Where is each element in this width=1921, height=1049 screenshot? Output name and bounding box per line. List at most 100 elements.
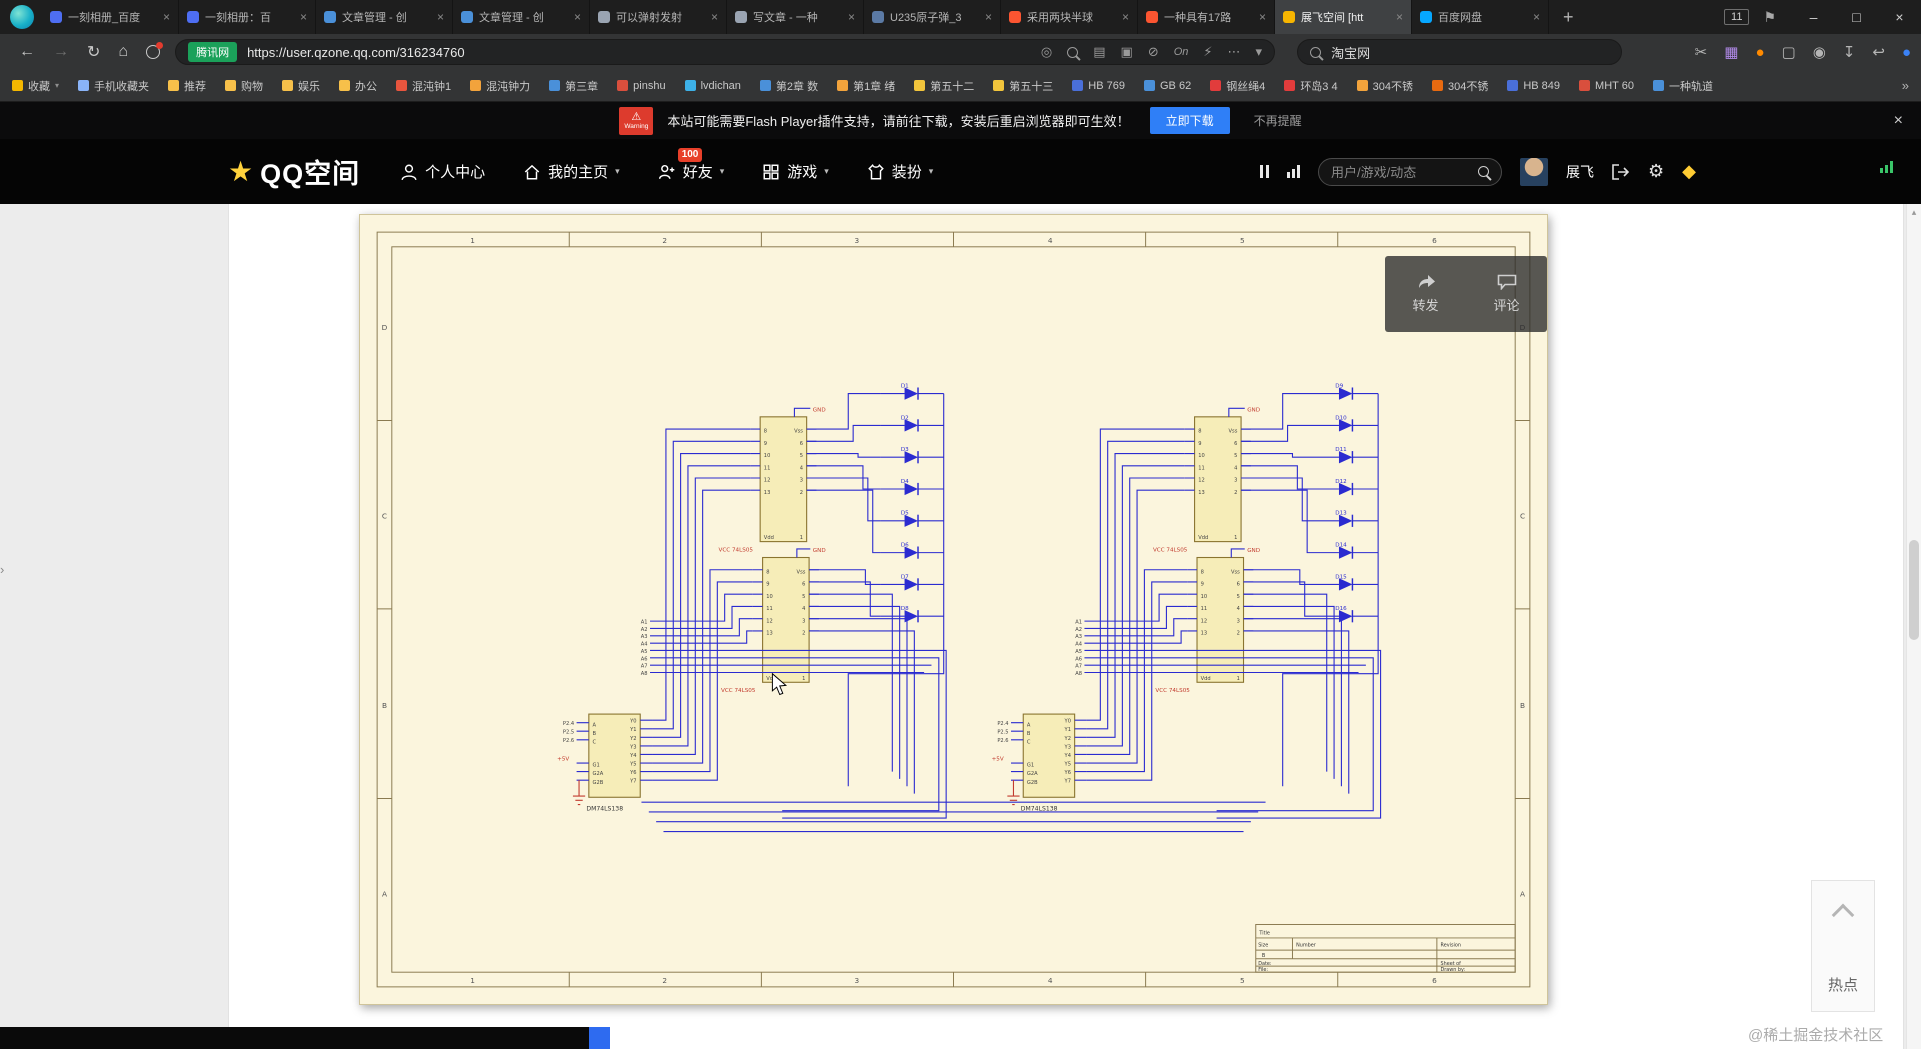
bookmark-item[interactable]: 第五十三 [993,78,1053,94]
bookmark-item[interactable]: 混沌钟1 [396,78,451,94]
bookmark-item[interactable]: pinshu [617,80,666,92]
assistant-icon[interactable]: ● [1755,44,1764,61]
tab-close-icon[interactable]: × [985,10,992,24]
qzone-nav-item[interactable]: 好友 ▾ 100 [658,148,724,182]
site-identity-badge[interactable]: 腾讯网 [188,42,238,62]
url-text[interactable]: https://user.qzone.qq.com/316234760 [247,45,465,60]
bookmark-item[interactable]: GB 62 [1144,80,1191,92]
browser-tab[interactable]: 采用两块半球 × [1001,0,1138,34]
qzone-search-input[interactable]: 用户/游戏/动态 [1318,157,1503,186]
adblock-icon[interactable]: ⊘ [1148,44,1159,60]
hot-topics-panel[interactable]: 热点 [1811,880,1875,1012]
address-field[interactable]: 腾讯网 https://user.qzone.qq.com/316234760 … [175,39,1276,65]
qzone-logo[interactable]: ★ QQ空间 [228,152,360,191]
settings-gear-icon[interactable]: ⚙ [1648,161,1664,182]
tab-close-icon[interactable]: × [437,10,444,24]
logout-icon[interactable] [1612,163,1630,180]
qzone-nav-item[interactable]: 个人中心 [400,161,485,182]
browser-tab[interactable]: U235原子弹_3 × [864,0,1001,34]
browser-tab[interactable]: 展飞空间 [htt × [1275,0,1412,34]
bookmark-item[interactable]: 娱乐 [282,78,320,94]
bookmark-item[interactable]: 第2章 数 [759,78,818,94]
home-icon[interactable]: ⌂ [118,43,128,61]
username[interactable]: 展飞 [1566,162,1594,182]
scrollbar[interactable]: ▴ [1906,204,1921,1049]
undo-icon[interactable]: ↩ [1872,43,1885,61]
browser-tab[interactable]: 文章管理 - 创 × [316,0,453,34]
browser-tab[interactable]: 一刻相册_百度 × [42,0,179,34]
zoom-icon[interactable] [1067,46,1079,58]
qzone-nav-item[interactable]: 装扮 ▾ [867,161,933,182]
refresh-icon[interactable]: ↻ [87,42,100,62]
notification-icon[interactable] [146,42,164,59]
scrollbar-thumb[interactable] [1909,540,1919,640]
bookmark-item[interactable]: lvdichan [684,80,741,92]
flag-icon[interactable]: ⚑ [1763,9,1776,26]
tab-close-icon[interactable]: × [848,10,855,24]
forward-icon[interactable]: → [53,43,69,61]
browser-tab[interactable]: 写文章 - 一种 × [727,0,864,34]
screenshot-icon[interactable]: ▣ [1121,44,1133,60]
image-toggle-icon[interactable]: ▤ [1093,44,1105,60]
browser-tab[interactable]: 可以弹射发射 × [590,0,727,34]
taskbar-active-app[interactable] [589,1027,610,1049]
tab-close-icon[interactable]: × [1533,10,1540,24]
comment-button[interactable]: 评论 [1466,256,1547,332]
user-avatar[interactable] [1520,157,1549,186]
tab-close-icon[interactable]: × [300,10,307,24]
bookmark-item[interactable]: 第1章 绪 [837,78,895,94]
back-icon[interactable]: ← [19,43,35,61]
tab-close-icon[interactable]: × [163,10,170,24]
dismiss-link[interactable]: 不再提醒 [1254,112,1302,129]
new-tab-button[interactable]: + [1549,7,1588,28]
share-button[interactable]: 转发 [1385,256,1466,332]
bookmark-item[interactable]: 收藏 ▾ [12,78,59,94]
bookmark-item[interactable]: 环岛3 4 [1284,78,1338,94]
maximize-button[interactable]: □ [1835,0,1878,34]
side-panel-toggle-icon[interactable]: › [0,562,4,577]
bookmark-item[interactable]: 混沌钟力 [470,78,530,94]
bookmark-item[interactable]: HB 849 [1507,80,1560,92]
dropdown-caret-icon[interactable]: ▾ [1256,44,1263,60]
bookmark-item[interactable]: 推荐 [168,78,206,94]
stats-icon[interactable] [1287,165,1301,178]
tab-close-icon[interactable]: × [1122,10,1129,24]
bookmark-item[interactable]: 304不锈 [1356,78,1413,94]
boost-icon[interactable]: ⚡ [1203,44,1212,60]
bookmark-item[interactable]: 手机收藏夹 [78,78,149,94]
bookmark-item[interactable]: 办公 [339,78,377,94]
qzone-search-icon[interactable] [1478,166,1490,177]
scroll-up-icon[interactable]: ▴ [1907,204,1921,218]
sync-icon[interactable]: ● [1902,44,1911,61]
browser-tab[interactable]: 百度网盘 × [1412,0,1549,34]
browser-tab[interactable]: 一种具有17路 × [1138,0,1275,34]
on-badge[interactable]: On [1174,46,1189,58]
tab-close-icon[interactable]: × [1396,10,1403,24]
browser-tab[interactable]: 一刻相册：百 × [179,0,316,34]
pause-music-icon[interactable] [1260,165,1270,178]
chevron-up-icon[interactable] [1831,903,1855,927]
browser-search-box[interactable]: 淘宝网 [1297,39,1623,65]
plugin-icon[interactable]: ◉ [1813,43,1826,61]
browser-tab[interactable]: 文章管理 - 创 × [453,0,590,34]
scissors-icon[interactable]: ✂ [1695,43,1708,61]
bookmark-item[interactable]: 钢丝绳4 [1210,78,1265,94]
tab-count-badge[interactable]: 11 [1724,9,1750,25]
download-now-button[interactable]: 立即下载 [1149,107,1230,134]
bookmark-item[interactable]: MHT 60 [1579,80,1634,92]
tab-close-icon[interactable]: × [711,10,718,24]
yellow-diamond-icon[interactable]: ◆ [1682,161,1696,182]
media-icon[interactable]: ▢ [1782,43,1796,61]
bookmark-item[interactable]: 第三章 [549,78,598,94]
search-box-value[interactable]: 淘宝网 [1331,43,1370,62]
minimize-button[interactable]: – [1792,0,1835,34]
qzone-nav-item[interactable]: 我的主页 ▾ [523,161,620,182]
hot-label[interactable]: 热点 [1812,974,1874,1011]
banner-close-icon[interactable]: × [1894,112,1903,130]
bookmarks-overflow-icon[interactable]: » [1902,78,1909,93]
apps-grid-icon[interactable]: ▦ [1724,43,1738,61]
bookmark-item[interactable]: HB 769 [1072,80,1125,92]
browser-logo-icon[interactable] [10,5,34,29]
qzone-nav-item[interactable]: 游戏 ▾ [762,161,829,182]
bookmark-item[interactable]: 一种轨道 [1652,78,1713,94]
